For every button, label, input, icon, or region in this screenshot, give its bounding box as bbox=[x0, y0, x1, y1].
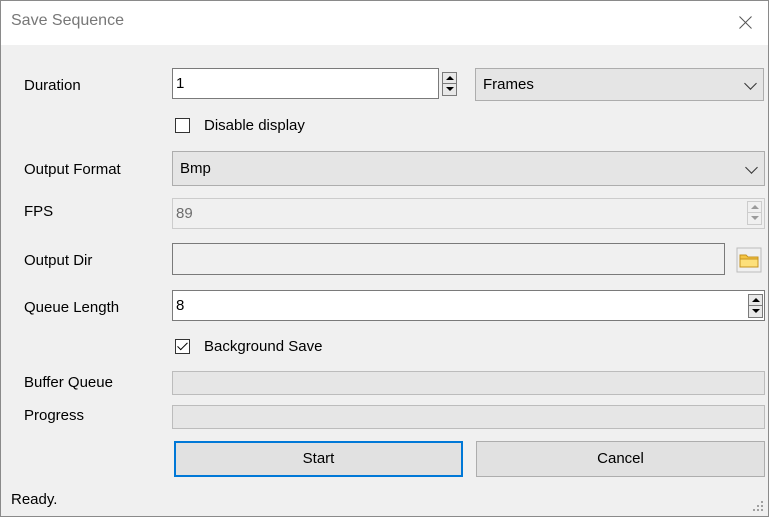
queue-length-increment-button[interactable] bbox=[748, 294, 763, 306]
queue-length-spinner[interactable] bbox=[748, 294, 763, 318]
duration-increment-button[interactable] bbox=[442, 72, 457, 84]
window-title: Save Sequence bbox=[11, 12, 124, 29]
fps-value: 89 bbox=[176, 205, 193, 222]
progress-bar bbox=[172, 405, 765, 429]
checkmark-icon bbox=[177, 339, 188, 351]
progress-label: Progress bbox=[24, 407, 85, 424]
fps-label: FPS bbox=[24, 203, 54, 220]
start-button[interactable]: Start bbox=[174, 441, 463, 477]
title-bar: Save Sequence bbox=[1, 1, 768, 45]
save-sequence-dialog: Save Sequence Duration 1 Frames Disable … bbox=[0, 0, 769, 517]
status-bar: Ready. bbox=[1, 484, 768, 516]
arrow-down-icon bbox=[446, 87, 454, 91]
output-dir-input[interactable] bbox=[172, 243, 725, 275]
close-button[interactable] bbox=[722, 1, 768, 45]
start-button-label: Start bbox=[302, 450, 335, 467]
queue-length-value: 8 bbox=[176, 297, 185, 314]
arrow-down-icon bbox=[752, 309, 760, 313]
output-format-select[interactable]: Bmp bbox=[172, 151, 765, 186]
arrow-down-icon bbox=[751, 216, 759, 220]
chevron-down-icon bbox=[744, 76, 757, 90]
buffer-queue-progress-bar bbox=[172, 371, 765, 395]
duration-decrement-button[interactable] bbox=[442, 84, 457, 96]
fps-spinner bbox=[747, 201, 762, 225]
duration-unit-select[interactable]: Frames bbox=[475, 68, 764, 101]
output-dir-label: Output Dir bbox=[24, 252, 93, 269]
fps-increment-button bbox=[747, 201, 762, 213]
cancel-button[interactable]: Cancel bbox=[476, 441, 765, 477]
browse-folder-button[interactable] bbox=[736, 247, 762, 273]
arrow-up-icon bbox=[446, 76, 454, 80]
arrow-up-icon bbox=[751, 205, 759, 209]
queue-length-label: Queue Length bbox=[24, 299, 120, 316]
queue-length-decrement-button[interactable] bbox=[748, 306, 763, 318]
duration-label: Duration bbox=[24, 77, 81, 94]
duration-unit-value: Frames bbox=[483, 76, 534, 93]
chevron-down-icon bbox=[745, 160, 758, 174]
fps-input: 89 bbox=[172, 198, 765, 229]
duration-spinner[interactable] bbox=[442, 72, 457, 96]
duration-input[interactable]: 1 bbox=[172, 68, 439, 99]
status-text: Ready. bbox=[11, 491, 58, 508]
fps-decrement-button bbox=[747, 213, 762, 225]
background-save-checkbox[interactable] bbox=[175, 339, 190, 354]
background-save-label: Background Save bbox=[204, 338, 323, 355]
arrow-up-icon bbox=[752, 298, 760, 302]
buffer-queue-label: Buffer Queue bbox=[24, 374, 113, 391]
output-format-label: Output Format bbox=[24, 161, 121, 178]
disable-display-checkbox[interactable] bbox=[175, 118, 190, 133]
output-format-value: Bmp bbox=[180, 160, 211, 177]
resize-grip-icon[interactable] bbox=[752, 500, 764, 512]
duration-value: 1 bbox=[176, 75, 185, 92]
disable-display-label: Disable display bbox=[204, 117, 305, 134]
queue-length-input[interactable]: 8 bbox=[172, 290, 765, 321]
folder-icon bbox=[736, 247, 762, 273]
cancel-button-label: Cancel bbox=[597, 450, 644, 467]
